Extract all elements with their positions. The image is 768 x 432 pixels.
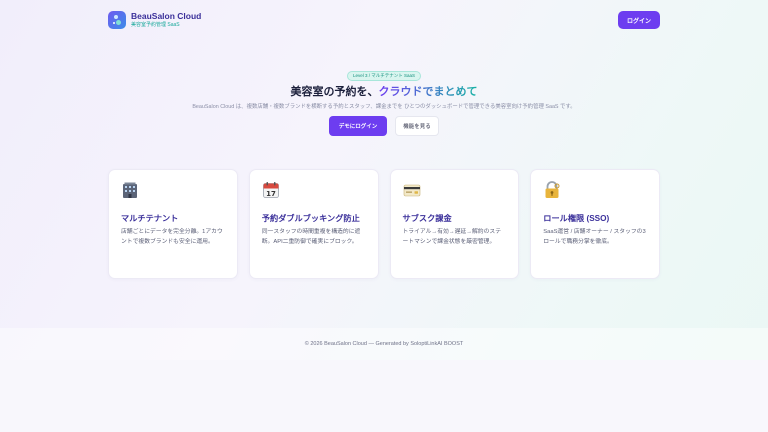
feature-description: トライアル→有効→遅延→解約のステートマシンで課金状態を厳密管理。 [402, 229, 502, 245]
feature-title: ロール権限 (SSO) [543, 214, 610, 223]
building-icon [123, 182, 137, 198]
feature-title: サブスク課金 [402, 214, 452, 223]
cta-group: デモにログイン 機能を見る [0, 116, 768, 136]
brand-subtitle: 美容室予約管理 SaaS [131, 21, 180, 28]
feature-description: 同一スタッフの時間重複を構造的に遮断。API二重防御で確実にブロック。 [261, 229, 361, 245]
feature-description: SaaS運営 / 店舗オーナー / スタッフの3ロールで職務分掌を徹底。 [543, 229, 646, 245]
level-badge: Level 3 / マルチテナント SaaS [346, 71, 422, 81]
feature-cards: マルチテナント 店舗ごとにデータを完全分離。1アカウントで複数ブランドも安全に運… [108, 169, 660, 279]
footer-copyright: © 2026 BeauSalon Cloud — Generated by So… [304, 341, 464, 347]
brand-text: BeauSalon Cloud 美容室予約管理 SaaS [131, 12, 201, 28]
hero-title-plain: 美容室の予約を、 [290, 86, 379, 98]
feature-card-multitenant: マルチテナント 店舗ごとにデータを完全分離。1アカウントで複数ブランドも安全に運… [108, 169, 238, 279]
view-features-button[interactable]: 機能を見る [395, 116, 439, 136]
calendar-icon: 17 [262, 182, 279, 198]
feature-card-role-permissions: ロール権限 (SSO) SaaS運営 / 店舗オーナー / スタッフの3ロールで… [530, 169, 660, 279]
brand-name: BeauSalon Cloud [131, 11, 202, 22]
hero-title-accent: クラウドでまとめて [378, 86, 478, 98]
hero-section: Level 3 / マルチテナント SaaS 美容室の予約を、クラウドでまとめて… [0, 64, 768, 110]
credit-card-icon [403, 184, 420, 197]
demo-login-button[interactable]: デモにログイン [329, 116, 387, 136]
login-button[interactable]: ログイン [617, 11, 660, 29]
app-logo-icon [108, 11, 126, 29]
feature-title: マルチテナント [121, 214, 179, 223]
feature-title: 予約ダブルブッキング防止 [261, 214, 360, 223]
svg-text:17: 17 [266, 190, 276, 198]
feature-description: 店舗ごとにデータを完全分離。1アカウントで複数ブランドも安全に運用。 [121, 229, 223, 245]
brand[interactable]: BeauSalon Cloud 美容室予約管理 SaaS [108, 11, 201, 29]
feature-card-subscription: サブスク課金 トライアル→有効→遅延→解約のステートマシンで課金状態を厳密管理。 [389, 169, 520, 279]
feature-card-double-booking: 17 予約ダブルブッキング防止 同一スタッフの時間重複を構造的に遮断。API二重… [248, 169, 379, 279]
page-bottom-area [0, 360, 768, 432]
hero-title: 美容室の予約を、クラウドでまとめて [0, 85, 768, 99]
top-header: BeauSalon Cloud 美容室予約管理 SaaS ログイン [108, 9, 660, 31]
footer: © 2026 BeauSalon Cloud — Generated by So… [0, 328, 768, 360]
lock-key-icon [545, 181, 560, 198]
hero-description: BeauSalon Cloud は、複数店舗・複数ブランドを横断する予約とスタッ… [192, 104, 576, 110]
